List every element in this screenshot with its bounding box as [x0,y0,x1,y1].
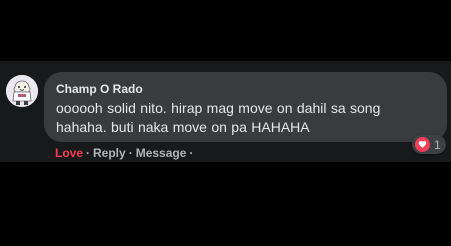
reply-button[interactable]: Reply [93,145,126,161]
comment-actions: Love · Reply · Message · [55,145,196,161]
love-button[interactable]: Love [55,145,83,161]
sticker-avatar-icon [6,75,38,107]
avatar[interactable] [6,75,38,107]
reaction-summary[interactable]: 1 [412,135,446,154]
comment-bubble: Champ O Rado oooooh solid nito. hirap ma… [44,72,447,142]
reaction-count: 1 [434,137,441,152]
comment-text: oooooh solid nito. hirap mag move on dah… [56,100,381,135]
action-separator: · [86,146,91,160]
heart-icon [415,137,430,152]
message-button[interactable]: Message [136,145,187,161]
action-separator: · [189,146,194,160]
comment-author[interactable]: Champ O Rado [56,81,435,97]
action-separator: · [128,146,133,160]
